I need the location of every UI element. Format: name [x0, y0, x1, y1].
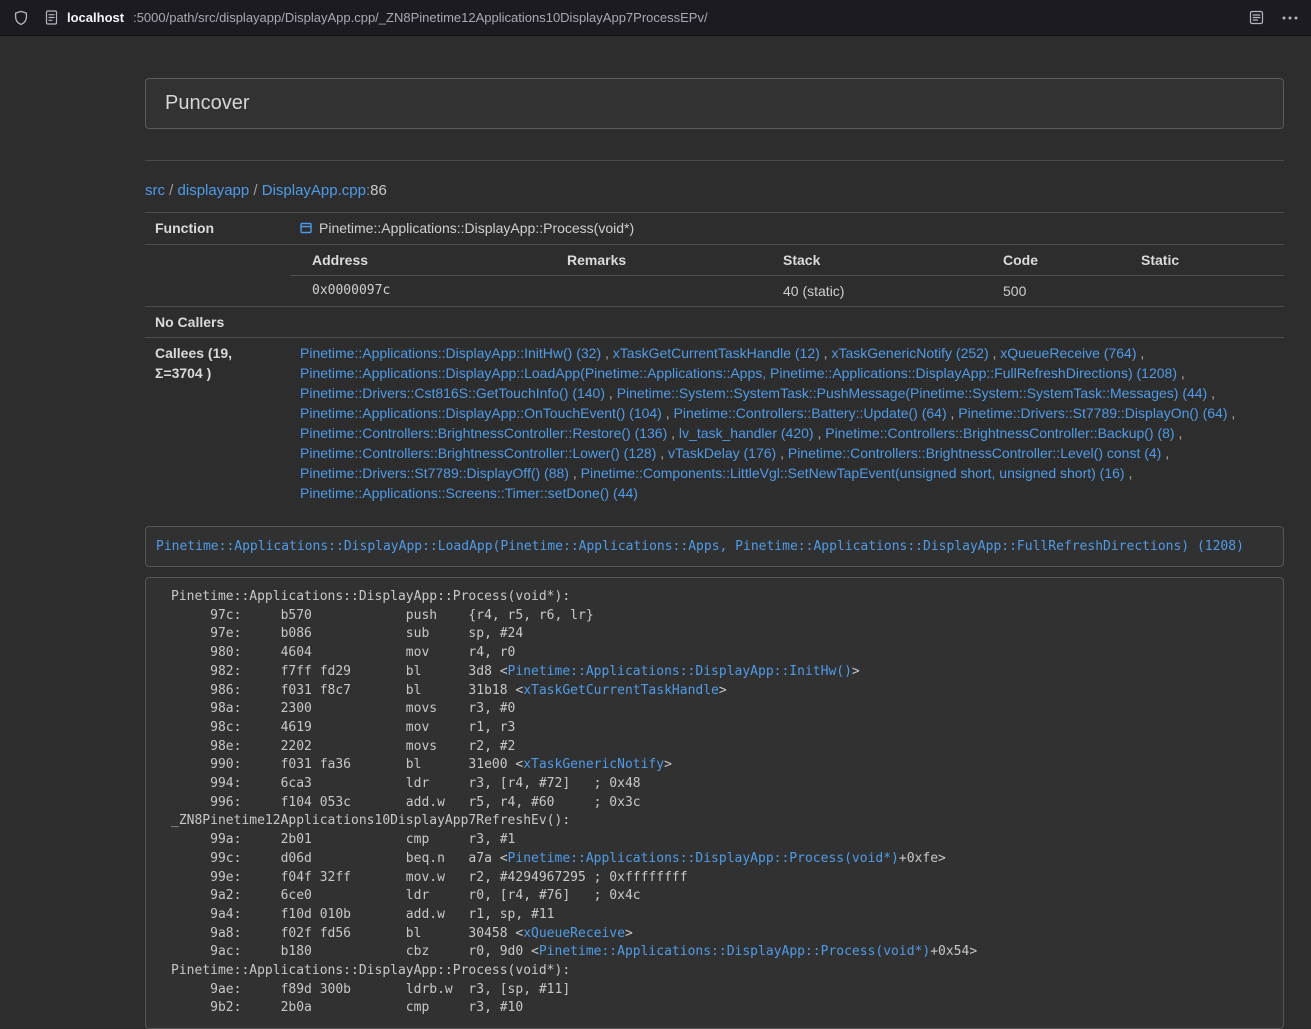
stack-value: 40 (static) [761, 276, 981, 307]
callee-link[interactable]: Pinetime::Drivers::St7789::DisplayOff() … [300, 465, 569, 481]
callee-separator: , [814, 425, 826, 441]
code-header: Code [981, 245, 1119, 276]
function-type-icon [300, 219, 312, 239]
callee-separator: , [662, 405, 674, 421]
detail-row-spacer [145, 245, 290, 307]
address-value: 0x0000097c [290, 276, 545, 307]
code-symbol-link[interactable]: Pinetime::Applications::DisplayApp::Init… [508, 664, 852, 679]
breadcrumb-link[interactable]: DisplayApp.cpp: [262, 182, 370, 199]
callee-link[interactable]: Pinetime::Controllers::BrightnessControl… [788, 445, 1161, 461]
shield-icon[interactable] [13, 10, 29, 26]
callee-link[interactable]: Pinetime::Controllers::BrightnessControl… [300, 425, 667, 441]
callee-link[interactable]: Pinetime::System::SystemTask::PushMessag… [617, 385, 1208, 401]
callee-link[interactable]: Pinetime::Applications::DisplayApp::Init… [300, 345, 601, 361]
code-symbol-link[interactable]: Pinetime::Applications::DisplayApp::Proc… [508, 851, 899, 866]
callee-separator: , [1207, 385, 1215, 401]
disassembly-code: Pinetime::Applications::DisplayApp::Proc… [171, 588, 1258, 1018]
callee-separator: , [989, 345, 1001, 361]
breadcrumb: src / displayapp / DisplayApp.cpp:86 [145, 181, 1284, 201]
callee-link[interactable]: vTaskDelay (176) [668, 445, 776, 461]
callees-row: Callees (19, Σ=3704 ) Pinetime::Applicat… [145, 338, 1284, 509]
callee-link[interactable]: Pinetime::Applications::DisplayApp::OnTo… [300, 405, 662, 421]
callee-separator: , [1136, 345, 1144, 361]
disassembly-box: Pinetime::Applications::DisplayApp::Proc… [145, 577, 1284, 1029]
callee-link[interactable]: Pinetime::Controllers::BrightnessControl… [825, 425, 1174, 441]
callee-link[interactable]: Pinetime::Drivers::St7789::DisplayOn() (… [958, 405, 1227, 421]
callee-link[interactable]: lv_task_handler (420) [679, 425, 814, 441]
detail-header-row: Address Remarks Stack Code Static [290, 245, 1284, 276]
breadcrumb-separator: / [165, 182, 178, 199]
stack-header: Stack [761, 245, 981, 276]
no-callers-label: No Callers [145, 307, 290, 338]
code-value: 500 [981, 276, 1119, 307]
callee-link[interactable]: Pinetime::Drivers::Cst816S::GetTouchInfo… [300, 385, 605, 401]
browser-topbar: localhost :5000/path/src/displayapp/Displ… [0, 0, 1311, 36]
detail-table: Address Remarks Stack Code Static 0x0000… [290, 245, 1284, 306]
breadcrumb-link[interactable]: displayapp [178, 182, 250, 199]
callee-separator: , [601, 345, 613, 361]
breadcrumb-text: 86 [370, 182, 387, 199]
url-path: :5000/path/src/displayapp/DisplayApp.cpp… [133, 10, 708, 25]
function-name: Pinetime::Applications::DisplayApp::Proc… [319, 220, 634, 236]
callee-link[interactable]: Pinetime::Components::LittleVgl::SetNewT… [581, 465, 1125, 481]
remarks-value [545, 276, 761, 307]
callee-link[interactable]: Pinetime::Controllers::BrightnessControl… [300, 445, 656, 461]
function-label: Function [145, 213, 290, 245]
detail-value-row: 0x0000097c 40 (static) 500 [290, 276, 1284, 307]
main-content: Puncover src / displayapp / DisplayApp.c… [145, 78, 1284, 1029]
app-title: Puncover [165, 92, 250, 114]
static-value [1119, 276, 1284, 307]
app-header: Puncover [145, 78, 1284, 129]
url-bar[interactable]: localhost :5000/path/src/displayapp/Displ… [45, 10, 1237, 25]
callee-separator: , [776, 445, 788, 461]
callees-list: Pinetime::Applications::DisplayApp::Init… [290, 338, 1284, 509]
callee-link[interactable]: Pinetime::Controllers::Battery::Update()… [674, 405, 947, 421]
callee-separator: , [569, 465, 581, 481]
address-header: Address [290, 245, 545, 276]
breadcrumb-separator: / [249, 182, 262, 199]
overflow-menu-icon[interactable] [1282, 16, 1298, 20]
url-host: localhost [67, 10, 124, 25]
callee-link[interactable]: xTaskGenericNotify (252) [831, 345, 988, 361]
highlighted-callee-box: Pinetime::Applications::DisplayApp::Load… [145, 526, 1284, 567]
function-row: Function Pinetime::Applications::Display… [145, 213, 1284, 245]
reader-view-icon[interactable] [1249, 10, 1264, 25]
page-icon [45, 10, 58, 25]
static-header: Static [1119, 245, 1284, 276]
callee-separator: , [667, 425, 679, 441]
callee-separator: , [1228, 405, 1236, 421]
no-callers-row: No Callers [145, 307, 1284, 338]
callees-label: Callees (19, Σ=3704 ) [145, 338, 290, 509]
callee-separator: , [605, 385, 617, 401]
code-symbol-link[interactable]: xTaskGenericNotify [523, 757, 664, 772]
callee-link[interactable]: Pinetime::Applications::Screens::Timer::… [300, 485, 638, 501]
highlighted-callee-link[interactable]: Pinetime::Applications::DisplayApp::Load… [156, 539, 1244, 554]
divider [145, 160, 1284, 161]
code-symbol-link[interactable]: Pinetime::Applications::DisplayApp::Proc… [539, 944, 930, 959]
callee-link[interactable]: Pinetime::Applications::DisplayApp::Load… [300, 365, 1177, 381]
callee-separator: , [820, 345, 832, 361]
code-symbol-link[interactable]: xTaskGetCurrentTaskHandle [523, 683, 719, 698]
callee-link[interactable]: xQueueReceive (764) [1000, 345, 1136, 361]
code-symbol-link[interactable]: xQueueReceive [523, 926, 625, 941]
callee-separator: , [1161, 445, 1169, 461]
breadcrumb-link[interactable]: src [145, 182, 165, 199]
callee-separator: , [656, 445, 668, 461]
symbol-table: Function Pinetime::Applications::Display… [145, 212, 1284, 508]
callee-link[interactable]: xTaskGetCurrentTaskHandle (12) [613, 345, 820, 361]
callee-separator: , [1175, 425, 1183, 441]
remarks-header: Remarks [545, 245, 761, 276]
callee-separator: , [1177, 365, 1185, 381]
callee-separator: , [1125, 465, 1133, 481]
detail-row: Address Remarks Stack Code Static 0x0000… [145, 245, 1284, 307]
callee-separator: , [947, 405, 959, 421]
